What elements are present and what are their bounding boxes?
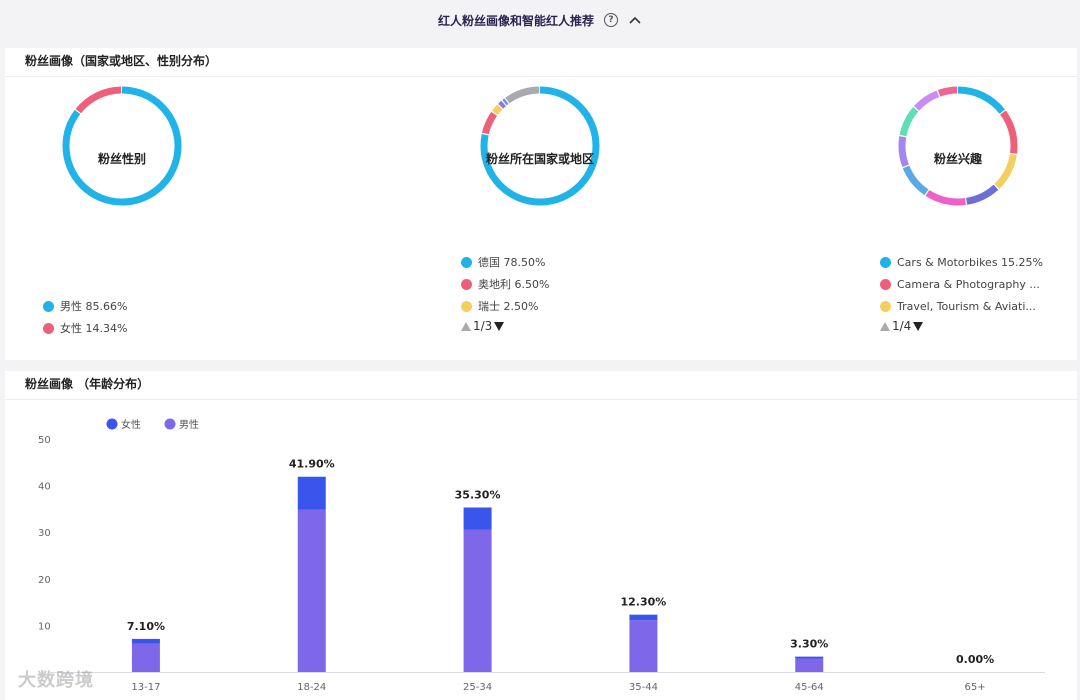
x-tick-label: 65+ <box>965 682 986 693</box>
legend-percent: 14.34% <box>85 321 128 335</box>
legend-label[interactable]: 女性 <box>121 418 141 431</box>
bar-female[interactable] <box>629 614 658 621</box>
interest-donut-chart[interactable] <box>888 76 1028 216</box>
legend-dot <box>880 278 891 290</box>
x-tick-label: 35-44 <box>629 682 658 693</box>
legend-dot <box>43 300 54 312</box>
page-indicator: 1/3 <box>473 319 493 333</box>
country-donut-label: 粉丝所在国家或地区 <box>485 152 594 166</box>
legend-dot <box>461 278 472 290</box>
bar-value-label: 7.10% <box>127 620 165 633</box>
interest-donut-block: 粉丝兴趣 <box>888 76 1028 220</box>
age-profile-title: 粉丝画像 （年龄分布） <box>5 371 1077 400</box>
help-icon[interactable]: ? <box>604 13 618 27</box>
legend-label[interactable]: 男性 <box>179 418 199 431</box>
legend-dot <box>880 300 891 312</box>
legend-item[interactable]: 瑞士 2.50% <box>461 295 549 317</box>
gender-donut-block: 粉丝性别 <box>52 76 192 220</box>
country-donut-block: 粉丝所在国家或地区 <box>470 76 610 220</box>
interest-pager: 1/4 <box>880 319 1043 333</box>
donut-segment[interactable] <box>480 86 600 206</box>
x-tick-label: 45-64 <box>795 682 824 693</box>
y-tick-label: 40 <box>38 482 51 493</box>
legend-marker[interactable] <box>106 418 118 430</box>
legend-percent: 6.50% <box>514 277 550 291</box>
legend-item[interactable]: Travel, Tourism & Aviati... <box>880 295 1043 317</box>
legend-item[interactable]: Cars & Motorbikes 15.25% <box>880 251 1043 273</box>
legend-label: 奥地利 <box>478 278 511 291</box>
fan-profile-card: 粉丝画像（国家或地区、性别分布） 粉丝性别 男性 85.66% 女性 14.34… <box>5 48 1077 360</box>
interest-donut-label: 粉丝兴趣 <box>933 152 982 166</box>
chevron-up-icon[interactable] <box>628 15 642 25</box>
bar-male[interactable] <box>463 529 492 672</box>
section-header[interactable]: 红人粉丝画像和智能红人推荐 ? <box>0 0 1080 40</box>
prev-page-icon[interactable] <box>461 321 471 331</box>
gender-donut-chart[interactable] <box>52 76 192 216</box>
bar-male[interactable] <box>131 643 160 672</box>
bar-value-label: 35.30% <box>455 489 501 502</box>
x-tick-label: 18-24 <box>297 682 326 693</box>
legend-dot <box>880 256 891 268</box>
next-page-icon[interactable] <box>494 321 505 331</box>
bar-male[interactable] <box>795 658 824 672</box>
legend-dot <box>461 300 472 312</box>
y-tick-label: 10 <box>38 621 51 632</box>
bar-female[interactable] <box>297 476 326 510</box>
bar-male[interactable] <box>297 509 326 672</box>
legend-label: 瑞士 <box>478 300 500 313</box>
country-pager: 1/3 <box>461 319 549 333</box>
legend-item[interactable]: 女性 14.34% <box>43 317 127 339</box>
legend-label: 德国 <box>478 256 500 269</box>
gender-donut-label: 粉丝性别 <box>97 152 146 166</box>
legend-label: 男性 <box>60 300 82 313</box>
legend-marker[interactable] <box>164 418 176 430</box>
page-indicator: 1/4 <box>892 319 912 333</box>
legend-item[interactable]: 奥地利 6.50% <box>461 273 549 295</box>
legend-percent: 78.50% <box>503 255 546 269</box>
y-tick-label: 50 <box>38 435 51 446</box>
legend-label: 女性 <box>60 322 82 335</box>
bar-male[interactable] <box>629 620 658 672</box>
legend-percent: 85.66% <box>85 299 128 313</box>
legend-item[interactable]: Camera & Photography ... <box>880 273 1043 295</box>
age-bar-chart: 女性 男性 10 20 30 40 50 7.10% 13-17 41.90% 18-24 35.30… <box>38 418 1045 693</box>
legend-item[interactable]: 德国 78.50% <box>461 251 549 273</box>
legend-dot <box>461 256 472 268</box>
watermark: 大数跨境 <box>18 670 94 691</box>
legend-label: Cars & Motorbikes 15.25% <box>897 255 1043 269</box>
bar-female[interactable] <box>131 638 160 644</box>
legend-percent: 2.50% <box>503 299 539 313</box>
prev-page-icon[interactable] <box>880 321 890 331</box>
fan-profile-title: 粉丝画像（国家或地区、性别分布） <box>5 48 1077 77</box>
bar-value-label: 0.00% <box>956 653 994 666</box>
x-tick-label: 13-17 <box>131 682 160 693</box>
bar-value-label: 41.90% <box>289 458 335 471</box>
y-tick-label: 30 <box>38 528 51 539</box>
legend-item[interactable]: 男性 85.66% <box>43 295 127 317</box>
section-title: 红人粉丝画像和智能红人推荐 <box>437 13 594 28</box>
country-legend: 德国 78.50% 奥地利 6.50% 瑞士 2.50% 1/3 <box>461 251 549 333</box>
legend-dot <box>43 322 54 334</box>
bar-value-label: 12.30% <box>621 596 667 609</box>
y-tick-label: 20 <box>38 575 51 586</box>
country-donut-chart[interactable] <box>470 76 610 216</box>
bar-female[interactable] <box>795 656 824 659</box>
next-page-icon[interactable] <box>913 321 924 331</box>
x-tick-label: 25-34 <box>463 682 492 693</box>
legend-label: Camera & Photography ... <box>897 277 1040 291</box>
bar-value-label: 3.30% <box>790 638 828 651</box>
legend-label: Travel, Tourism & Aviati... <box>897 299 1036 313</box>
interest-legend: Cars & Motorbikes 15.25% Camera & Photog… <box>880 251 1043 333</box>
gender-legend: 男性 85.66% 女性 14.34% <box>43 295 127 339</box>
bar-female[interactable] <box>463 507 492 530</box>
age-profile-card: 粉丝画像 （年龄分布） 女性 男性 10 20 30 40 50 7.10% 13-17 41.9… <box>5 371 1077 700</box>
